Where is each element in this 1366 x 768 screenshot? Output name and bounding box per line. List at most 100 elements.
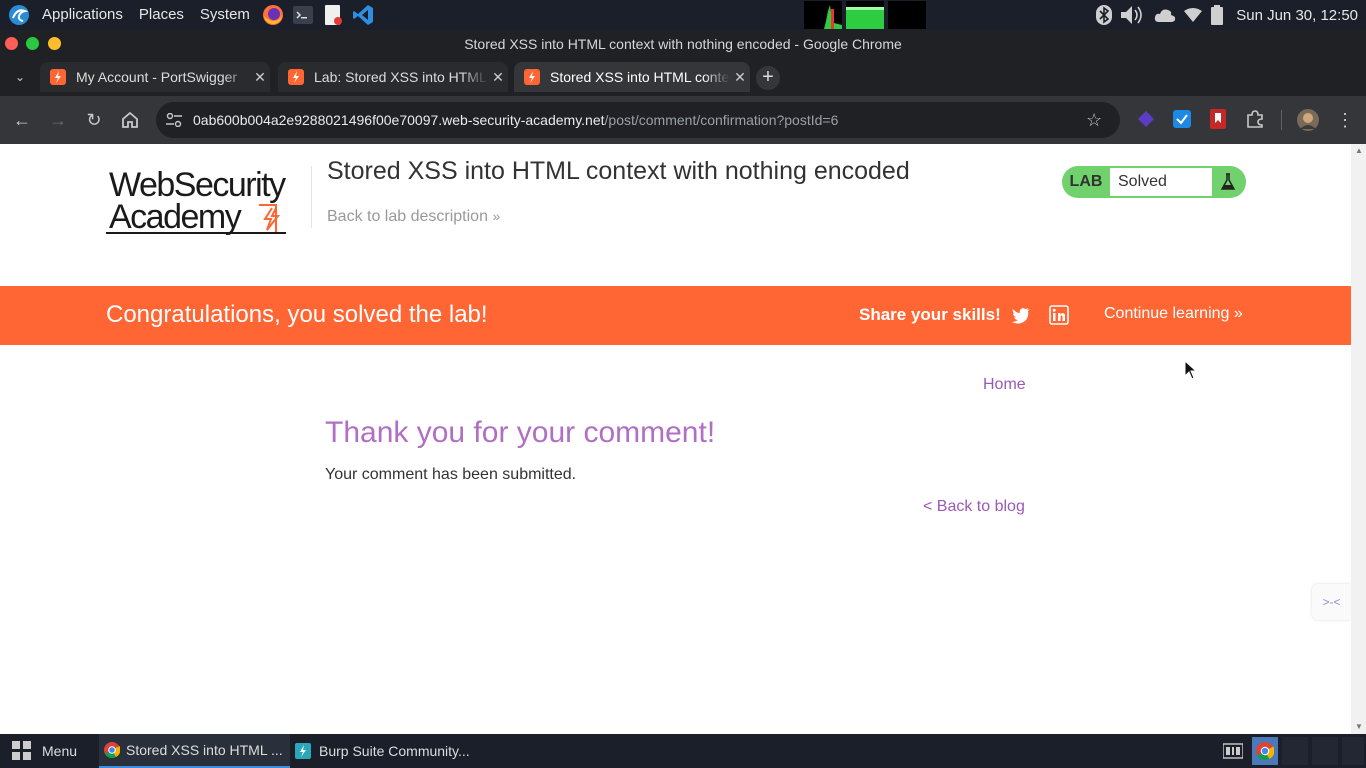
portswigger-lightning-logo-icon (259, 204, 281, 234)
burp-suite-icon (295, 743, 311, 759)
workspace-2[interactable] (1282, 737, 1308, 765)
scroll-up-arrow-icon[interactable]: ▲ (1355, 146, 1363, 155)
confirmation-message: Your comment has been submitted. (325, 466, 577, 483)
portswigger-favicon-icon (524, 69, 540, 85)
cpu-monitor (804, 1, 842, 29)
page-heading: Thank you for your comment! (325, 416, 716, 449)
forward-arrow-icon[interactable]: → (46, 108, 70, 132)
extension-bookmark-icon[interactable] (1210, 109, 1226, 129)
twitter-share-icon[interactable] (1011, 305, 1031, 325)
site-info-tune-icon[interactable] (166, 113, 182, 127)
chrome-menu-kebab-icon[interactable]: ⋮ (1336, 108, 1354, 132)
volume-icon[interactable] (1120, 4, 1146, 26)
start-menu-button[interactable]: Menu (0, 734, 92, 768)
lab-status-widget: LAB Solved (1062, 166, 1246, 198)
share-skills-label: Share your skills! (859, 305, 1001, 324)
places-menu[interactable]: Places (131, 0, 192, 30)
side-widget-toggle[interactable]: >-< (1312, 584, 1351, 620)
linkedin-share-icon[interactable] (1049, 305, 1069, 325)
vscode-launcher-icon[interactable] (352, 4, 374, 26)
firefox-launcher-icon[interactable] (262, 4, 284, 26)
back-to-blog-link[interactable]: < Back to blog (923, 498, 1025, 516)
toolbar-divider (1281, 110, 1282, 130)
continue-learning-label: Continue learning (1104, 305, 1230, 322)
maximize-window-button[interactable] (26, 37, 39, 50)
scroll-down-arrow-icon[interactable]: ▼ (1355, 722, 1363, 731)
taskbar: Menu Stored XSS into HTML ... Burp Suite… (0, 734, 1366, 768)
minimize-window-button[interactable] (48, 37, 61, 50)
taskbar-burp-window[interactable]: Burp Suite Community... (292, 734, 492, 768)
tab-label: Lab: Stored XSS into HTML context with n… (314, 69, 488, 85)
text-editor-launcher-icon[interactable] (322, 4, 344, 26)
back-to-lab-description-link[interactable]: Back to lab description » (327, 208, 500, 226)
continue-learning-link[interactable]: Continue learning » (1104, 305, 1243, 323)
system-menu[interactable]: System (192, 0, 258, 30)
wifi-icon[interactable] (1184, 8, 1203, 22)
extensions-puzzle-icon[interactable] (1245, 109, 1265, 129)
congratulations-message: Congratulations, you solved the lab! (106, 301, 488, 328)
menu-label: Menu (42, 743, 78, 759)
taskbar-chrome-window[interactable]: Stored XSS into HTML ... (99, 734, 290, 768)
mouse-cursor-icon (1184, 360, 1198, 380)
lab-status-label: LAB (1069, 173, 1103, 190)
web-security-academy-logo[interactable]: WebSecurity Academy (106, 166, 311, 236)
tab-lab-description[interactable]: Lab: Stored XSS into HTML context with n… (278, 62, 508, 92)
top-panel: Applications Places System Sun Jun 30, 1… (0, 0, 1366, 30)
back-arrow-icon[interactable]: ← (10, 108, 34, 132)
lab-status-value: Solved (1110, 168, 1212, 196)
extension-check-icon[interactable] (1173, 110, 1191, 128)
memory-monitor (846, 1, 884, 29)
collapse-arrows-icon: >-< (1322, 595, 1341, 609)
workspace-1-active[interactable] (1252, 737, 1278, 765)
lab-solved-banner: Congratulations, you solved the lab! Sha… (0, 286, 1351, 345)
network-monitor (888, 1, 926, 29)
web-page: WebSecurity Academy Stored XSS into HTML… (0, 144, 1351, 734)
workspace-3[interactable] (1312, 737, 1338, 765)
double-chevron-right-icon: » (492, 208, 501, 224)
system-monitor-widgets (802, 1, 928, 29)
reload-icon[interactable]: ↻ (82, 108, 106, 132)
url-domain: 0ab600b004a2e9288021496f00e70097.web-sec… (193, 112, 605, 128)
tab-close-icon[interactable]: ✕ (250, 69, 270, 86)
tab-close-icon[interactable]: ✕ (730, 69, 750, 86)
tab-label: Stored XSS into HTML context with nothin… (550, 69, 730, 85)
window-title: Stored XSS into HTML context with nothin… (464, 36, 902, 52)
tab-label: My Account - PortSwigger (76, 69, 238, 85)
applications-menu[interactable]: Applications (34, 0, 131, 30)
home-link[interactable]: Home (983, 376, 1026, 394)
terminal-launcher-icon[interactable] (292, 4, 314, 26)
bookmark-star-icon[interactable]: ☆ (1086, 102, 1102, 138)
task-label: Stored XSS into HTML ... (126, 742, 283, 758)
clock[interactable]: Sun Jun 30, 12:50 (1236, 7, 1358, 24)
browser-toolbar: ← → ↻ 0ab600b004a2e9288021496f00e70097.w… (0, 96, 1366, 144)
tab-close-icon[interactable]: ✕ (488, 69, 508, 86)
chrome-icon (1256, 742, 1275, 761)
tab-strip: ⌄ My Account - PortSwigger ✕ Lab: Stored… (0, 58, 1366, 96)
lab-header: WebSecurity Academy Stored XSS into HTML… (0, 144, 1351, 286)
url-path: /post/comment/confirmation?postId=6 (604, 112, 839, 128)
back-to-lab-description-label: Back to lab description (327, 208, 488, 225)
tab-my-account[interactable]: My Account - PortSwigger ✕ (40, 62, 270, 92)
chrome-icon (104, 742, 120, 758)
battery-icon[interactable] (1210, 5, 1224, 25)
flask-icon (1214, 166, 1242, 198)
extension-purple-gem-icon[interactable] (1137, 110, 1155, 128)
bluetooth-icon[interactable] (1096, 5, 1113, 25)
app-grid-icon (12, 741, 31, 760)
kali-logo-icon[interactable] (8, 4, 30, 26)
header-divider (311, 166, 312, 228)
close-window-button[interactable] (5, 37, 18, 50)
workspace-switcher-icon[interactable] (1223, 742, 1243, 760)
tab-search-chevron-icon[interactable]: ⌄ (11, 68, 29, 86)
logo-underline (106, 232, 286, 234)
address-bar[interactable]: 0ab600b004a2e9288021496f00e70097.web-sec… (156, 102, 1120, 138)
page-scrollbar[interactable]: ▲ ▼ (1351, 144, 1366, 734)
workspace-4[interactable] (1342, 737, 1364, 765)
home-icon[interactable] (118, 108, 142, 132)
new-tab-plus-icon[interactable]: + (756, 66, 780, 90)
portswigger-favicon-icon (50, 69, 66, 85)
tab-stored-xss-active[interactable]: Stored XSS into HTML context with nothin… (514, 62, 750, 92)
profile-avatar[interactable] (1297, 109, 1319, 131)
double-chevron-right-icon: » (1233, 305, 1243, 322)
cloud-icon[interactable] (1154, 7, 1176, 23)
